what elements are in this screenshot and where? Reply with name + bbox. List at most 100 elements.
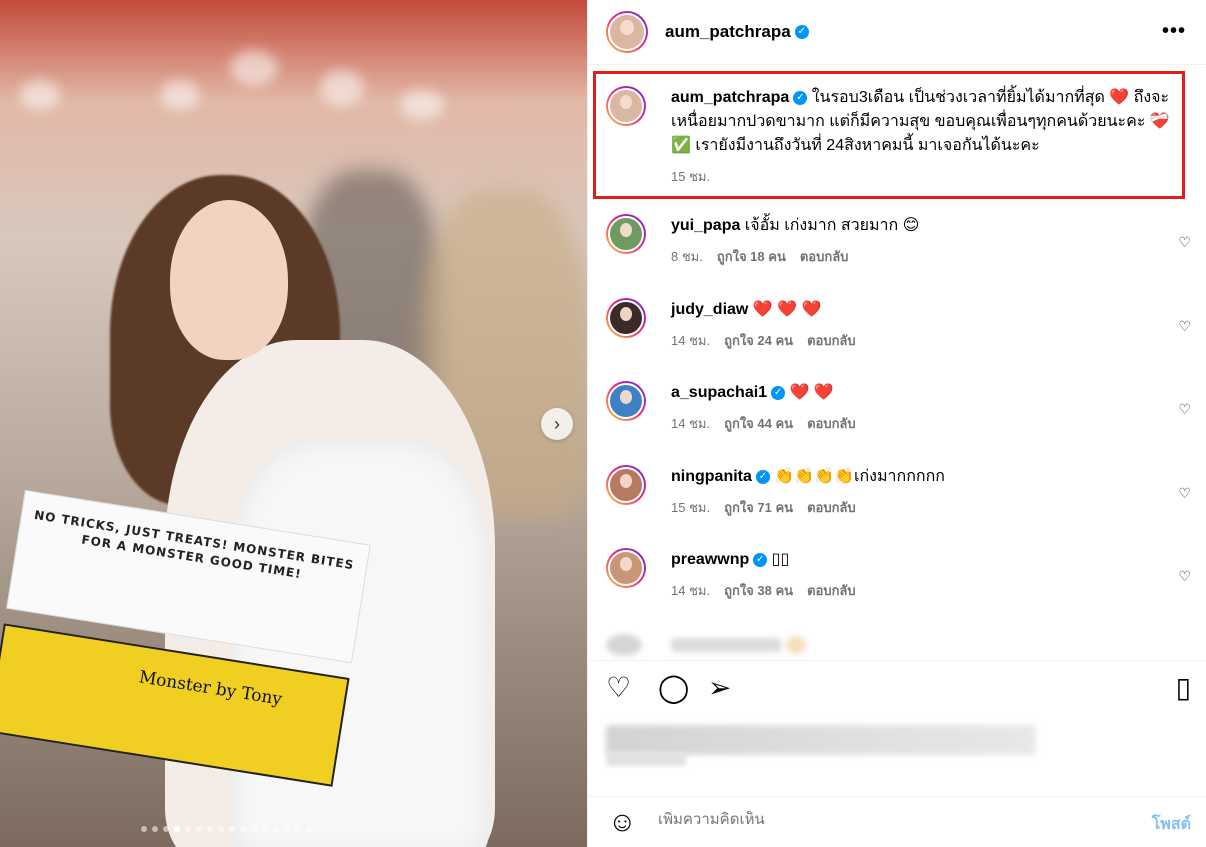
comment-avatar[interactable] — [606, 548, 646, 588]
reply-button[interactable]: ตอบกลับ — [807, 416, 856, 431]
caption-text-part: ในรอบ3เดือน เป็นช่วงเวลาที่ยิ้มได้มากที่… — [807, 89, 1110, 106]
carousel-dot — [207, 826, 213, 832]
comment-text: judy_diaw ❤️ ❤️ ❤️ — [671, 298, 1176, 322]
comment-avatar[interactable] — [606, 298, 646, 338]
verified-icon: ✓ — [794, 25, 809, 39]
comment-like-heart-icon[interactable]: ♡ — [1178, 234, 1191, 251]
carousel-dot — [163, 826, 169, 832]
comment-meta: 8 ชม. ถูกใจ 18 คน ตอบกลับ — [671, 246, 1176, 267]
reply-button[interactable]: ตอบกลับ — [807, 333, 856, 348]
more-options-icon[interactable]: ••• — [1162, 20, 1186, 43]
author-username[interactable]: aum_patchrapa — [665, 22, 791, 42]
comment-username[interactable]: preawwnp — [671, 551, 749, 568]
heart-emoji: ❤️ — [1109, 89, 1130, 106]
caption-text-part: เรายังมีงานถึงวันที่ 24สิงหาคมนี้ มาเจอก… — [690, 137, 1040, 154]
comment-username[interactable]: ningpanita — [671, 468, 752, 485]
post-photo: NO TRICKS, JUST TREATS! MONSTER BITES FO… — [0, 0, 587, 847]
reply-button[interactable]: ตอบกลับ — [807, 500, 856, 515]
carousel-dot — [251, 826, 257, 832]
carousel-next-button[interactable]: › — [541, 408, 573, 440]
carousel-dot — [218, 826, 224, 832]
chevron-right-icon: › — [554, 413, 560, 434]
box-brand-text: Monster by Tony — [137, 667, 284, 710]
comment-avatar[interactable] — [606, 381, 646, 421]
post-date — [606, 752, 686, 766]
bokeh-light — [20, 80, 60, 110]
comment-username[interactable]: judy_diaw — [671, 301, 748, 318]
comment-time: 14 ชม. — [671, 583, 711, 598]
carousel-dot — [273, 826, 279, 832]
caption-time: 15 ชม. — [671, 169, 711, 184]
comment-like-heart-icon[interactable]: ♡ — [1178, 485, 1191, 502]
comment-body: เจ้อั้ม เก่งมาก สวยมาก 😊 — [740, 217, 920, 234]
comment-body: 👏👏👏👏เก่งมากกกกก — [769, 468, 945, 485]
post-actions: ♡ ◯ ➢ ▯ — [588, 660, 1206, 720]
face — [170, 200, 288, 360]
share-send-icon[interactable]: ➢ — [708, 673, 731, 703]
post-detail-panel: aum_patchrapa ✓ ••• aum_patchrapa ✓ ในรอบ… — [587, 0, 1206, 847]
caption-avatar[interactable] — [606, 86, 646, 126]
bokeh-light — [160, 80, 200, 110]
comments-list[interactable]: aum_patchrapa ✓ ในรอบ3เดือน เป็นช่วงเวลาท… — [588, 66, 1206, 659]
comment-body: ❤️ ❤️ — [785, 384, 834, 401]
caption-text: aum_patchrapa ✓ ในรอบ3เดือน เป็นช่วงเวลาท… — [671, 86, 1176, 158]
comment-time: 14 ชม. — [671, 333, 711, 348]
comment-like-heart-icon[interactable]: ♡ — [1178, 568, 1191, 585]
carousel-dot — [284, 826, 290, 832]
save-bookmark-icon[interactable]: ▯ — [1176, 673, 1191, 703]
comment-meta: 14 ชม. ถูกใจ 24 คน ตอบกลับ — [671, 330, 1176, 351]
comment-time: 14 ชม. — [671, 416, 711, 431]
caption-username[interactable]: aum_patchrapa — [671, 89, 789, 106]
comment-username[interactable]: yui_papa — [671, 217, 740, 234]
comment-likes[interactable]: ถูกใจ 44 คน — [724, 416, 793, 431]
caption-meta: 15 ชม. — [671, 166, 1176, 187]
bokeh-light — [320, 70, 364, 106]
carousel-dot — [306, 826, 312, 832]
carousel-dot — [141, 826, 147, 832]
emoji-smile-icon[interactable]: ☺ — [608, 806, 637, 838]
comment-meta: 15 ชม. ถูกใจ 71 คน ตอบกลับ — [671, 497, 1176, 518]
verified-icon: ✓ — [793, 90, 808, 105]
heart-emoji: ❤️‍🩹 — [1149, 113, 1170, 130]
bokeh-light — [400, 90, 444, 120]
comment-time: 15 ชม. — [671, 500, 711, 515]
check-emoji: ✅ — [671, 137, 691, 154]
comment-like-heart-icon[interactable]: ♡ — [1178, 318, 1191, 335]
comment-time: 8 ชม. — [671, 249, 703, 264]
comment-likes[interactable]: ถูกใจ 38 คน — [724, 583, 793, 598]
carousel-dot — [196, 826, 202, 832]
comment-avatar[interactable] — [606, 465, 646, 505]
reply-button[interactable]: ตอบกลับ — [807, 583, 856, 598]
post-header: aum_patchrapa ✓ ••• — [588, 0, 1206, 65]
carousel-dots — [141, 826, 312, 832]
reply-button[interactable]: ตอบกลับ — [800, 249, 849, 264]
comment-body: ▯▯ — [767, 551, 790, 568]
carousel-dot — [262, 826, 268, 832]
treat-box: NO TRICKS, JUST TREATS! MONSTER BITES FO… — [0, 490, 376, 802]
carousel-dot — [174, 826, 180, 832]
add-comment-bar: ☺ โพสต์ — [588, 796, 1206, 847]
carousel-dot — [185, 826, 191, 832]
comment-bubble-icon[interactable]: ◯ — [658, 673, 689, 703]
carousel-dot — [229, 826, 235, 832]
carousel-dot — [152, 826, 158, 832]
verified-icon: ✓ — [755, 469, 770, 484]
carousel-dot — [295, 826, 301, 832]
comment-avatar[interactable] — [606, 214, 646, 254]
comment-like-heart-icon[interactable]: ♡ — [1178, 401, 1191, 418]
post-comment-button[interactable]: โพสต์ — [1152, 812, 1191, 837]
comment-likes[interactable]: ถูกใจ 71 คน — [724, 500, 793, 515]
comment-input[interactable] — [658, 811, 1118, 828]
carousel-dot — [240, 826, 246, 832]
comment-meta: 14 ชม. ถูกใจ 38 คน ตอบกลับ — [671, 580, 1176, 601]
comment-meta: 14 ชม. ถูกใจ 44 คน ตอบกลับ — [671, 413, 1176, 434]
liked-by-summary[interactable] — [606, 725, 1036, 755]
comment-text: ningpanita ✓ 👏👏👏👏เก่งมากกกกก — [671, 465, 1176, 489]
comment-body: ❤️ ❤️ ❤️ — [748, 301, 822, 318]
author-avatar[interactable] — [606, 11, 648, 53]
like-heart-icon[interactable]: ♡ — [606, 673, 631, 703]
comment-likes[interactable]: ถูกใจ 18 คน — [717, 249, 786, 264]
comment-likes[interactable]: ถูกใจ 24 คน — [724, 333, 793, 348]
comment-username[interactable]: a_supachai1 — [671, 384, 767, 401]
comment-text: preawwnp ✓ ▯▯ — [671, 548, 1176, 572]
